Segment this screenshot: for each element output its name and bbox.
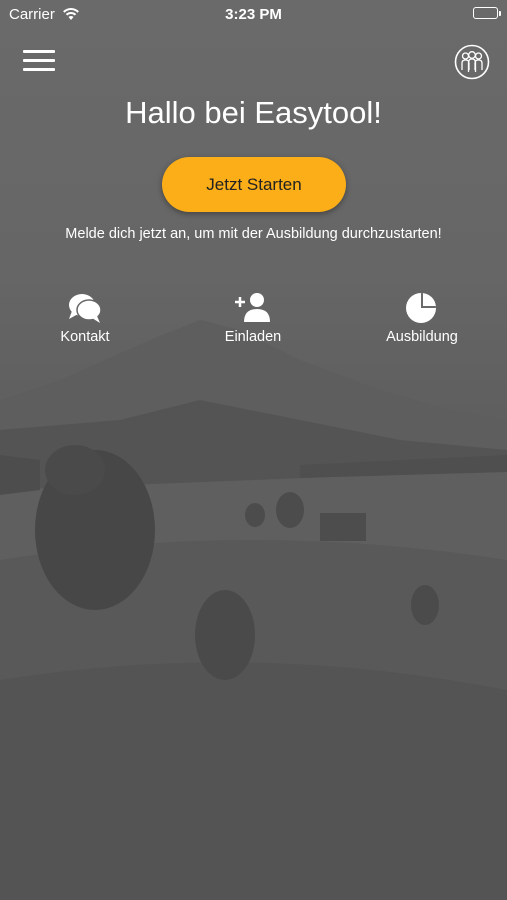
status-bar: Carrier 3:23 PM bbox=[0, 0, 507, 30]
training-label: Ausbildung bbox=[386, 329, 458, 345]
battery-icon bbox=[473, 7, 501, 19]
background-landscape-image bbox=[0, 0, 507, 900]
group-users-icon[interactable] bbox=[454, 44, 490, 80]
pie-chart-icon bbox=[362, 290, 482, 326]
add-user-icon bbox=[193, 290, 313, 326]
signup-hint: Melde dich jetzt an, um mit der Ausbildu… bbox=[65, 226, 442, 242]
page-title: Hallo bei Easytool! bbox=[125, 95, 382, 130]
contact-label: Kontakt bbox=[60, 329, 110, 345]
chat-bubbles-icon bbox=[25, 290, 145, 326]
start-button[interactable]: Jetzt Starten bbox=[162, 157, 346, 212]
invite-action[interactable]: Einladen bbox=[193, 290, 313, 345]
invite-label: Einladen bbox=[224, 329, 282, 345]
contact-action[interactable]: Kontakt bbox=[25, 290, 145, 345]
training-action[interactable]: Ausbildung bbox=[362, 290, 482, 345]
hamburger-menu-icon[interactable] bbox=[23, 50, 55, 72]
clock-time: 3:23 PM bbox=[225, 6, 282, 23]
